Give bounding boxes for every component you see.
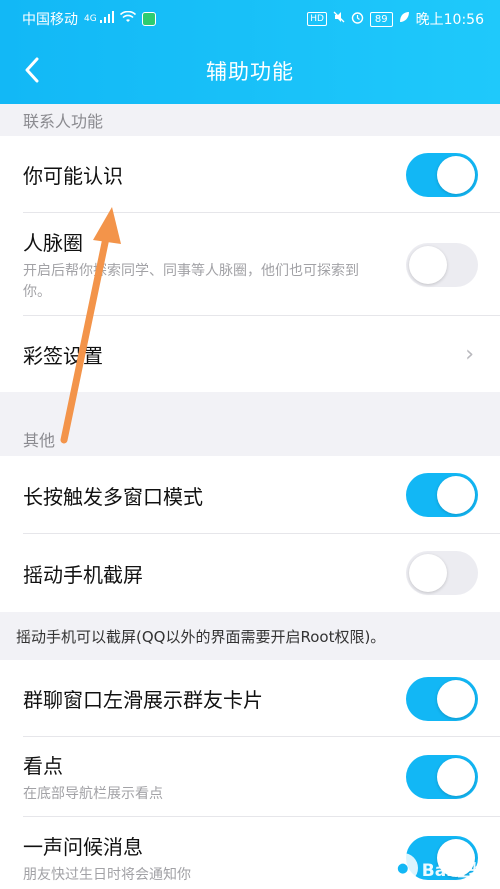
setting-network-circle[interactable]: 人脉圈 开启后帮你探索同学、同事等人脉圈，他们也可探索到你。: [0, 213, 500, 316]
alarm-icon: [351, 11, 364, 28]
setting-label: 你可能认识: [23, 164, 123, 188]
status-right: HD 89 晚上10:56: [307, 9, 484, 29]
nav-bar: 辅助功能: [0, 36, 500, 104]
setting-group-card-swipe[interactable]: 群聊窗口左滑展示群友卡片: [0, 660, 500, 737]
setting-kandian[interactable]: 看点 在底部导航栏展示看点: [0, 737, 500, 817]
baidu-watermark: ● Bai经验: [387, 853, 486, 883]
page-title: 辅助功能: [206, 60, 294, 84]
setting-label: 长按触发多窗口模式: [23, 484, 203, 509]
toggle-knob: [437, 758, 475, 796]
setting-label: 一声问候消息: [23, 834, 143, 859]
setting-label: 人脉圈: [23, 230, 83, 255]
watermark-text: Bai经验: [421, 860, 486, 881]
setting-description: 在底部导航栏展示看点: [23, 785, 163, 802]
app-notification-icon: [141, 12, 156, 26]
setting-multi-window[interactable]: 长按触发多窗口模式: [0, 456, 500, 534]
status-bar: 中国移动 4G HD 89 晚上10:56: [0, 0, 500, 36]
section-header-other: 其他: [23, 431, 56, 450]
toggle-knob: [409, 245, 447, 284]
status-left: 中国移动 4G: [22, 9, 156, 29]
setting-description: 朋友快过生日时将会通知你: [23, 866, 191, 883]
kandian-toggle[interactable]: [406, 755, 478, 799]
group-other: 长按触发多窗口模式 摇动手机截屏: [0, 456, 500, 612]
toggle-knob: [437, 155, 475, 194]
leaf-icon: [399, 11, 410, 27]
hd-badge: HD: [307, 12, 327, 26]
group-card-toggle[interactable]: [406, 676, 478, 721]
shake-screenshot-note: 摇动手机可以截屏(QQ以外的界面需要开启Root权限)。: [0, 612, 500, 660]
toggle-knob: [437, 476, 475, 514]
section-header-contacts: 联系人功能: [23, 112, 104, 131]
mute-icon: [333, 11, 345, 27]
may-know-toggle[interactable]: [406, 152, 478, 197]
chevron-right-icon: ›: [465, 341, 474, 367]
paw-icon: ●: [387, 853, 418, 883]
setting-label: 彩签设置: [23, 343, 103, 368]
group-contacts: 你可能认识 人脉圈 开启后帮你探索同学、同事等人脉圈，他们也可探索到你。 彩签设…: [0, 136, 500, 392]
carrier-label: 中国移动: [22, 12, 78, 28]
signal-icon: [99, 11, 114, 27]
setting-may-know[interactable]: 你可能认识: [0, 136, 500, 213]
settings-content: 联系人功能 你可能认识 人脉圈 开启后帮你探索同学、同事等人脉圈，他们也可探索到…: [0, 104, 500, 889]
status-time: 晚上10:56: [415, 12, 484, 28]
setting-label: 看点: [23, 753, 63, 778]
setting-color-tags[interactable]: 彩签设置 ›: [0, 316, 500, 392]
toggle-knob: [437, 679, 475, 718]
setting-label: 摇动手机截屏: [23, 562, 143, 587]
app-header: 中国移动 4G HD 89 晚上10:56 辅助功能: [0, 0, 500, 104]
setting-label: 群聊窗口左滑展示群友卡片: [23, 688, 263, 712]
setting-description: 开启后帮你探索同学、同事等人脉圈，他们也可探索到你。: [23, 262, 359, 300]
multi-window-toggle[interactable]: [406, 473, 478, 517]
battery-icon: 89: [369, 11, 393, 27]
network-circle-toggle[interactable]: [406, 242, 478, 287]
shake-screenshot-toggle[interactable]: [406, 551, 478, 595]
setting-shake-screenshot[interactable]: 摇动手机截屏: [0, 534, 500, 612]
wifi-icon: [119, 10, 136, 27]
toggle-knob: [409, 554, 447, 592]
network-type: 4G: [84, 14, 97, 24]
